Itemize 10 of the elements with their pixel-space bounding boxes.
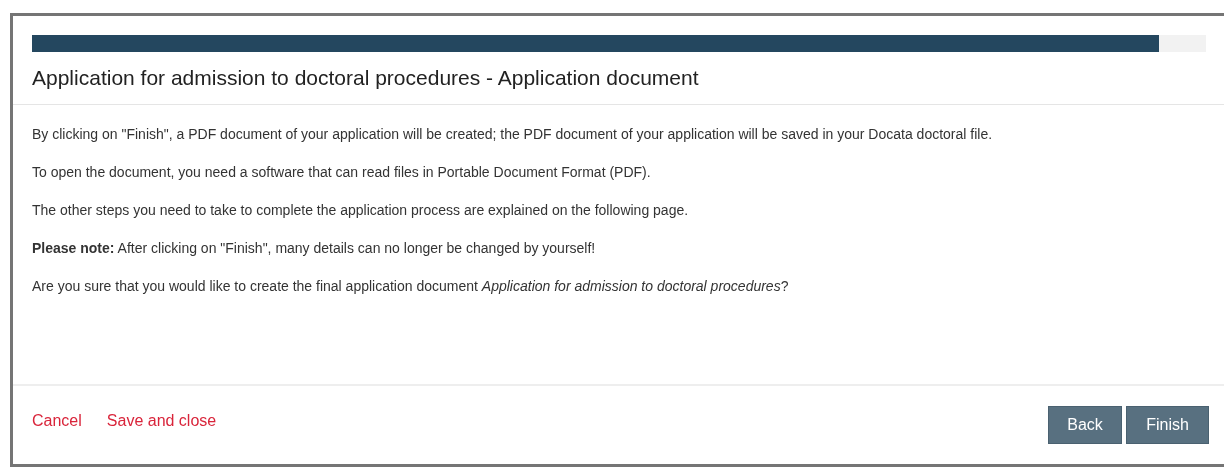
footer-link[interactable]: Cancel [32, 412, 82, 430]
footer-button[interactable]: Finish [1126, 406, 1209, 444]
paragraph: To open the document, you need a software that can read files in Portable Document Format (PDF). [32, 163, 652, 182]
paragraph: By clicking on "Finish", a PDF document of your application will be created; the PDF document of your application will be saved in your Docata doctoral file. [32, 125, 994, 144]
paragraph: Are you sure that you would like to create the final application document Application for admission to doctoral procedures? [32, 277, 790, 296]
dialog-title: Application for admission to doctoral procedures - Application document [13, 52, 1224, 105]
paragraph: Please note: After clicking on "Finish", many details can no longer be changed by yourself! [32, 239, 597, 258]
footer-link[interactable]: Save and close [106, 412, 217, 430]
paragraph: The other steps you need to take to complete the application process are explained on the following page. [32, 201, 690, 220]
footer-button[interactable]: Back [1048, 406, 1122, 444]
